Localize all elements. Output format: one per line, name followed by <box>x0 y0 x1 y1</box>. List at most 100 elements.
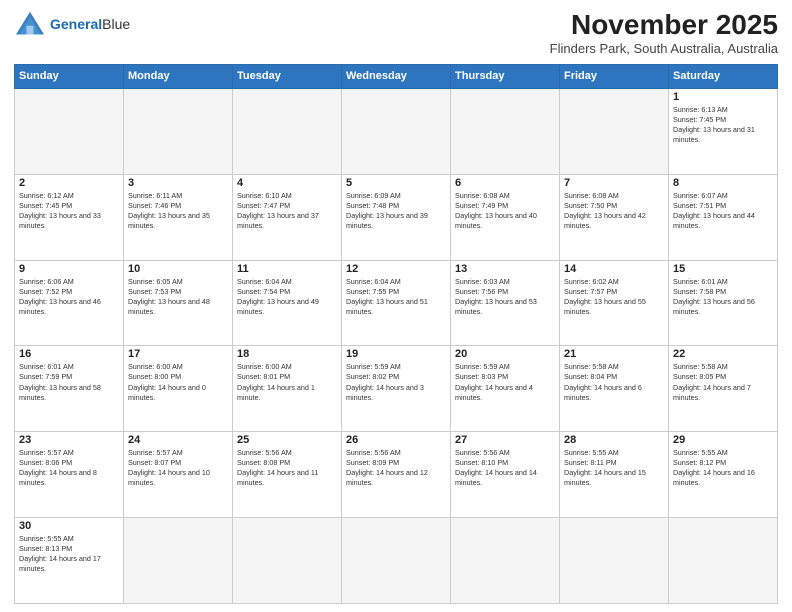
day-number: 24 <box>128 434 228 446</box>
header: GeneralBlue November 2025 Flinders Park,… <box>14 10 778 56</box>
logo-text: GeneralBlue <box>50 16 130 33</box>
table-row: 26 Sunrise: 5:56 AMSunset: 8:09 PMDaylig… <box>342 432 451 518</box>
empty-cell <box>342 88 451 174</box>
day-number: 11 <box>237 263 337 275</box>
empty-cell <box>124 88 233 174</box>
day-info: Sunrise: 6:09 AMSunset: 7:48 PMDaylight:… <box>346 191 446 231</box>
calendar-row: 9 Sunrise: 6:06 AMSunset: 7:52 PMDayligh… <box>15 260 778 346</box>
table-row: 27 Sunrise: 5:56 AMSunset: 8:10 PMDaylig… <box>451 432 560 518</box>
table-row: 4 Sunrise: 6:10 AMSunset: 7:47 PMDayligh… <box>233 174 342 260</box>
calendar-table: Sunday Monday Tuesday Wednesday Thursday… <box>14 64 778 604</box>
day-number: 23 <box>19 434 119 446</box>
table-row: 21 Sunrise: 5:58 AMSunset: 8:04 PMDaylig… <box>560 346 669 432</box>
table-row: 14 Sunrise: 6:02 AMSunset: 7:57 PMDaylig… <box>560 260 669 346</box>
col-tuesday: Tuesday <box>233 64 342 88</box>
day-number: 7 <box>564 177 664 189</box>
day-info: Sunrise: 5:55 AMSunset: 8:13 PMDaylight:… <box>19 534 119 574</box>
logo-icon <box>14 10 46 38</box>
day-number: 28 <box>564 434 664 446</box>
day-info: Sunrise: 6:01 AMSunset: 7:59 PMDaylight:… <box>19 362 119 402</box>
table-row: 6 Sunrise: 6:08 AMSunset: 7:49 PMDayligh… <box>451 174 560 260</box>
day-number: 14 <box>564 263 664 275</box>
table-row: 18 Sunrise: 6:00 AMSunset: 8:01 PMDaylig… <box>233 346 342 432</box>
day-info: Sunrise: 6:03 AMSunset: 7:56 PMDaylight:… <box>455 277 555 317</box>
table-row: 11 Sunrise: 6:04 AMSunset: 7:54 PMDaylig… <box>233 260 342 346</box>
col-wednesday: Wednesday <box>342 64 451 88</box>
day-info: Sunrise: 6:08 AMSunset: 7:49 PMDaylight:… <box>455 191 555 231</box>
day-info: Sunrise: 5:55 AMSunset: 8:11 PMDaylight:… <box>564 448 664 488</box>
day-info: Sunrise: 6:11 AMSunset: 7:46 PMDaylight:… <box>128 191 228 231</box>
logo: GeneralBlue <box>14 10 130 38</box>
empty-cell <box>451 88 560 174</box>
calendar-row: 2 Sunrise: 6:12 AMSunset: 7:45 PMDayligh… <box>15 174 778 260</box>
table-row: 29 Sunrise: 5:55 AMSunset: 8:12 PMDaylig… <box>669 432 778 518</box>
day-info: Sunrise: 6:07 AMSunset: 7:51 PMDaylight:… <box>673 191 773 231</box>
day-number: 20 <box>455 348 555 360</box>
day-number: 29 <box>673 434 773 446</box>
empty-cell <box>342 518 451 604</box>
day-info: Sunrise: 6:13 AMSunset: 7:45 PMDaylight:… <box>673 105 773 145</box>
day-info: Sunrise: 6:00 AMSunset: 8:01 PMDaylight:… <box>237 362 337 402</box>
day-info: Sunrise: 5:59 AMSunset: 8:03 PMDaylight:… <box>455 362 555 402</box>
table-row: 24 Sunrise: 5:57 AMSunset: 8:07 PMDaylig… <box>124 432 233 518</box>
logo-blue: Blue <box>102 16 130 32</box>
day-info: Sunrise: 5:57 AMSunset: 8:06 PMDaylight:… <box>19 448 119 488</box>
day-number: 12 <box>346 263 446 275</box>
day-info: Sunrise: 6:10 AMSunset: 7:47 PMDaylight:… <box>237 191 337 231</box>
table-row: 20 Sunrise: 5:59 AMSunset: 8:03 PMDaylig… <box>451 346 560 432</box>
table-row: 5 Sunrise: 6:09 AMSunset: 7:48 PMDayligh… <box>342 174 451 260</box>
day-number: 17 <box>128 348 228 360</box>
day-info: Sunrise: 5:55 AMSunset: 8:12 PMDaylight:… <box>673 448 773 488</box>
day-number: 9 <box>19 263 119 275</box>
table-row: 22 Sunrise: 5:58 AMSunset: 8:05 PMDaylig… <box>669 346 778 432</box>
day-number: 8 <box>673 177 773 189</box>
table-row: 10 Sunrise: 6:05 AMSunset: 7:53 PMDaylig… <box>124 260 233 346</box>
table-row: 2 Sunrise: 6:12 AMSunset: 7:45 PMDayligh… <box>15 174 124 260</box>
day-info: Sunrise: 6:02 AMSunset: 7:57 PMDaylight:… <box>564 277 664 317</box>
day-info: Sunrise: 6:06 AMSunset: 7:52 PMDaylight:… <box>19 277 119 317</box>
day-number: 1 <box>673 91 773 103</box>
table-row: 28 Sunrise: 5:55 AMSunset: 8:11 PMDaylig… <box>560 432 669 518</box>
day-info: Sunrise: 6:00 AMSunset: 8:00 PMDaylight:… <box>128 362 228 402</box>
day-number: 2 <box>19 177 119 189</box>
table-row: 23 Sunrise: 5:57 AMSunset: 8:06 PMDaylig… <box>15 432 124 518</box>
day-info: Sunrise: 6:08 AMSunset: 7:50 PMDaylight:… <box>564 191 664 231</box>
day-info: Sunrise: 6:04 AMSunset: 7:54 PMDaylight:… <box>237 277 337 317</box>
table-row: 30 Sunrise: 5:55 AMSunset: 8:13 PMDaylig… <box>15 518 124 604</box>
calendar-header-row: Sunday Monday Tuesday Wednesday Thursday… <box>15 64 778 88</box>
day-info: Sunrise: 5:56 AMSunset: 8:10 PMDaylight:… <box>455 448 555 488</box>
day-number: 18 <box>237 348 337 360</box>
table-row: 8 Sunrise: 6:07 AMSunset: 7:51 PMDayligh… <box>669 174 778 260</box>
table-row: 19 Sunrise: 5:59 AMSunset: 8:02 PMDaylig… <box>342 346 451 432</box>
day-number: 4 <box>237 177 337 189</box>
title-block: November 2025 Flinders Park, South Austr… <box>550 10 778 56</box>
table-row: 25 Sunrise: 5:56 AMSunset: 8:08 PMDaylig… <box>233 432 342 518</box>
day-number: 6 <box>455 177 555 189</box>
table-row: 17 Sunrise: 6:00 AMSunset: 8:00 PMDaylig… <box>124 346 233 432</box>
day-number: 30 <box>19 520 119 532</box>
day-number: 10 <box>128 263 228 275</box>
day-number: 16 <box>19 348 119 360</box>
empty-cell <box>669 518 778 604</box>
day-info: Sunrise: 5:56 AMSunset: 8:09 PMDaylight:… <box>346 448 446 488</box>
day-number: 21 <box>564 348 664 360</box>
empty-cell <box>15 88 124 174</box>
table-row: 15 Sunrise: 6:01 AMSunset: 7:58 PMDaylig… <box>669 260 778 346</box>
day-number: 27 <box>455 434 555 446</box>
table-row: 7 Sunrise: 6:08 AMSunset: 7:50 PMDayligh… <box>560 174 669 260</box>
day-info: Sunrise: 5:57 AMSunset: 8:07 PMDaylight:… <box>128 448 228 488</box>
empty-cell <box>124 518 233 604</box>
page: GeneralBlue November 2025 Flinders Park,… <box>0 0 792 612</box>
day-info: Sunrise: 5:59 AMSunset: 8:02 PMDaylight:… <box>346 362 446 402</box>
day-number: 19 <box>346 348 446 360</box>
empty-cell <box>451 518 560 604</box>
day-info: Sunrise: 6:05 AMSunset: 7:53 PMDaylight:… <box>128 277 228 317</box>
day-number: 22 <box>673 348 773 360</box>
table-row: 12 Sunrise: 6:04 AMSunset: 7:55 PMDaylig… <box>342 260 451 346</box>
empty-cell <box>560 518 669 604</box>
calendar-row: 23 Sunrise: 5:57 AMSunset: 8:06 PMDaylig… <box>15 432 778 518</box>
empty-cell <box>560 88 669 174</box>
day-number: 13 <box>455 263 555 275</box>
day-number: 25 <box>237 434 337 446</box>
logo-general: General <box>50 16 102 32</box>
